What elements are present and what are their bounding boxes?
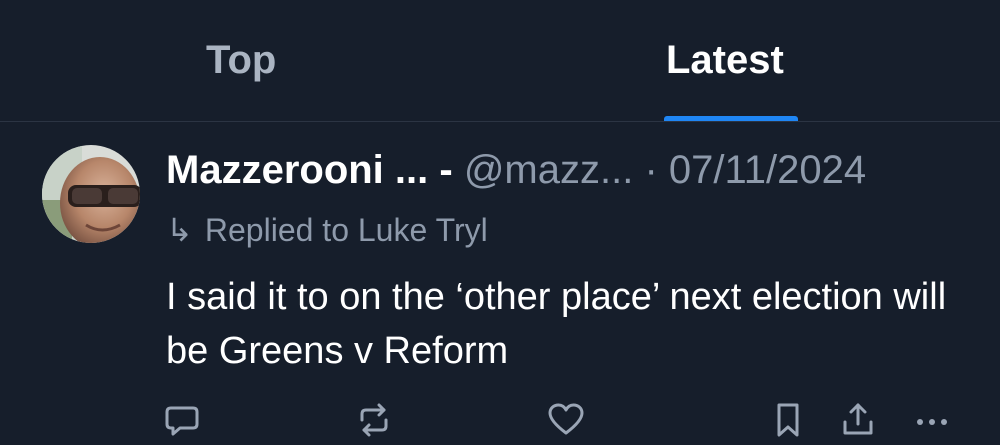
post-text: I said it to on the ‘other place’ next e… [166, 276, 947, 372]
reply-arrow-icon: ↳ [166, 212, 193, 248]
post-actions [0, 400, 1000, 444]
reply-context: ↳ Replied to Luke Tryl [166, 212, 488, 248]
post-date: 07/11/2024 [668, 148, 867, 192]
bookmark-icon [777, 403, 799, 437]
tab-top[interactable]: Top [170, 0, 320, 121]
speech-bubble-icon [165, 406, 199, 436]
more-options-icon [917, 419, 947, 425]
heart-icon [548, 403, 584, 435]
feed-tabs: Top Latest [0, 0, 1000, 122]
replied-to-link[interactable]: Replied to Luke Tryl [205, 212, 488, 248]
tab-latest-label: Latest [666, 38, 784, 82]
author-handle[interactable]: @mazz... [464, 148, 634, 192]
share-button[interactable] [838, 400, 878, 440]
repost-icon [360, 403, 388, 437]
header-separator: · [644, 148, 658, 192]
post-header: Mazzerooni ... - @mazz... · 07/11/2024 [166, 148, 866, 192]
author-display-name[interactable]: Mazzerooni ... - [166, 148, 453, 192]
reply-button[interactable] [162, 400, 202, 440]
post[interactable]: Mazzerooni ... - @mazz... · 07/11/2024 ↳… [0, 122, 1000, 444]
more-options-button[interactable] [912, 400, 952, 440]
active-tab-indicator [664, 116, 798, 121]
tab-latest[interactable]: Latest [630, 0, 830, 121]
tab-top-label: Top [206, 38, 277, 82]
bookmark-button[interactable] [768, 400, 808, 440]
repost-button[interactable] [354, 400, 394, 440]
like-button[interactable] [546, 400, 586, 440]
profile-photo-icon [42, 145, 140, 243]
share-icon [843, 403, 873, 435]
avatar[interactable] [42, 145, 140, 243]
